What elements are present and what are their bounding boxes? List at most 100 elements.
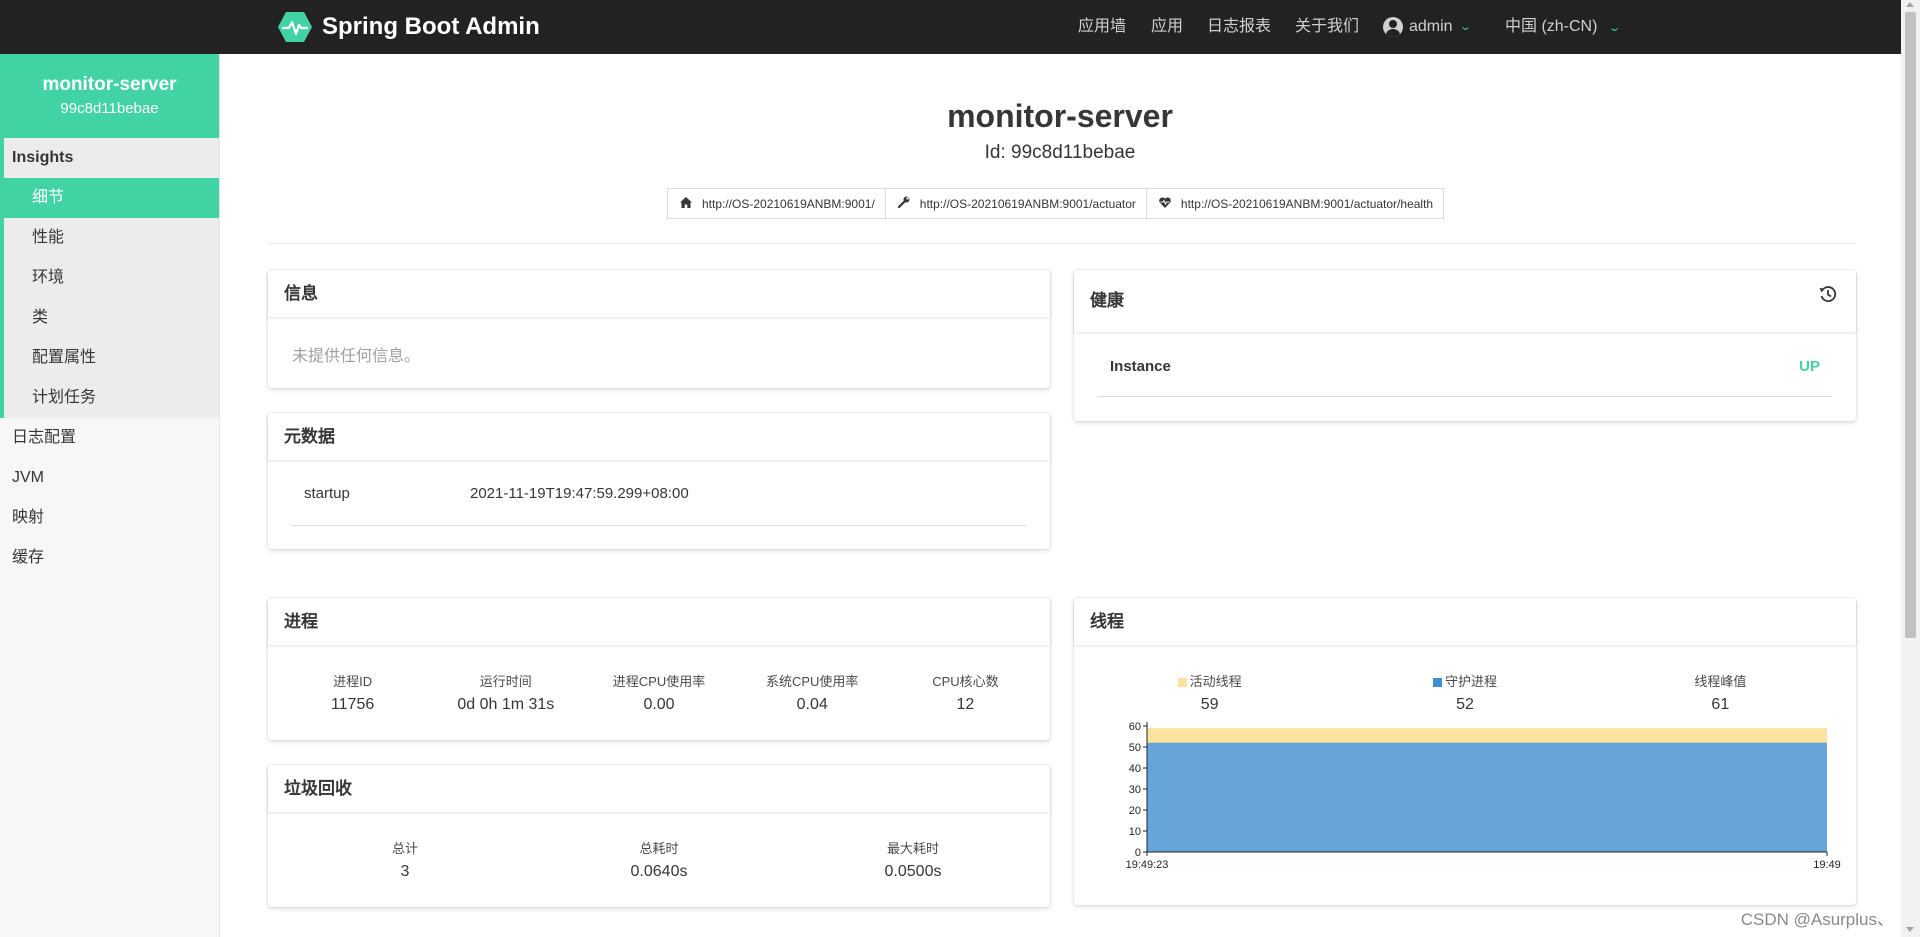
metadata-card: 元数据 startup 2021-11-19T19:47:59.299+08:0… (268, 413, 1050, 549)
stat-label: 最大耗时 (886, 841, 939, 856)
y-tick-label: 60 (1129, 721, 1141, 733)
stat-label: 总耗时 (639, 841, 679, 856)
top-navbar: Spring Boot Admin 应用墙 应用 日志报表 关于我们 admin… (0, 0, 1901, 54)
stat-live-threads: 活动线程 59 (1082, 671, 1337, 714)
stat-label: 守护进程 (1337, 671, 1592, 690)
history-icon[interactable] (1818, 284, 1838, 304)
sidebar-app-name: monitor-server (42, 74, 177, 95)
sidebar-item-metrics[interactable]: 性能 (4, 218, 219, 258)
stat-label-text: 活动线程 (1189, 674, 1242, 689)
user-name: admin (1409, 18, 1453, 35)
y-tick-label: 10 (1129, 826, 1141, 838)
stat-value: 61 (1711, 696, 1730, 713)
scrollbar-thumb[interactable] (1905, 12, 1916, 638)
nav-link-about[interactable]: 关于我们 (1295, 0, 1359, 54)
nav-link-log-reports[interactable]: 日志报表 (1207, 0, 1271, 54)
health-card-title-text: 健康 (1090, 291, 1124, 310)
sidebar-group-insights: Insights 细节 性能 环境 类 配置属性 计划任务 (0, 138, 219, 418)
stat-value: 12 (956, 696, 975, 713)
threads-card-title: 线程 (1074, 598, 1856, 645)
sidebar-item-scheduled-tasks[interactable]: 计划任务 (4, 378, 219, 418)
sidebar-item-details[interactable]: 细节 (4, 178, 219, 218)
stat-label: 进程CPU使用率 (612, 674, 706, 689)
sidebar-item-jvm[interactable]: JVM (0, 458, 219, 498)
info-empty-text: 未提供任何信息。 (292, 348, 421, 365)
stat-label: 总计 (391, 841, 418, 856)
scroll-up-arrow-icon[interactable] (1906, 2, 1914, 7)
endpoint-health-link[interactable]: http://OS-20210619ANBM:9001/actuator/hea… (1145, 188, 1445, 219)
wrench-icon (897, 196, 910, 211)
page-title: monitor-server (947, 98, 1173, 134)
sidebar-item-environment[interactable]: 环境 (4, 258, 219, 298)
stat-value: 0.00 (643, 696, 675, 713)
stat-gc-max-time: 最大耗时 0.0500s (786, 838, 1040, 881)
gc-card-title: 垃圾回收 (268, 765, 1050, 812)
endpoint-url: http://OS-20210619ANBM:9001/actuator (919, 196, 1136, 211)
nav-link-app-wall[interactable]: 应用墙 (1078, 0, 1126, 54)
health-row: Instance UP (1098, 354, 1832, 397)
process-card: 进程 进程ID 11756 运行时间 0d 0h 1m 31s 进程CPU使用率 0.… (268, 598, 1050, 740)
stat-uptime: 运行时间 0d 0h 1m 31s (429, 671, 582, 714)
process-stats: 进程ID 11756 运行时间 0d 0h 1m 31s 进程CPU使用率 0.00 … (268, 671, 1050, 714)
sidebar-item-mappings[interactable]: 映射 (0, 498, 219, 538)
stat-value: 3 (400, 863, 410, 880)
legend-swatch-daemon (1432, 678, 1442, 688)
sidebar: monitor-server 99c8d11bebae Insights 细节 … (0, 54, 220, 937)
metadata-key: startup (304, 485, 350, 502)
health-card-title: 健康 (1074, 270, 1856, 332)
y-tick-label: 40 (1129, 763, 1141, 775)
thread-stats: 活动线程 59 守护进程 52 线程峰值 61 (1074, 671, 1856, 714)
legend-swatch-live (1177, 678, 1187, 688)
sidebar-app-id: 99c8d11bebae (60, 100, 159, 117)
info-card: 信息 未提供任何信息。 (268, 270, 1050, 388)
stat-value: 0.0500s (884, 863, 942, 880)
user-avatar-icon (1383, 17, 1403, 37)
y-tick-label: 50 (1129, 742, 1141, 754)
stat-label: CPU核心数 (932, 674, 999, 689)
endpoint-actuator-link[interactable]: http://OS-20210619ANBM:9001/actuator (884, 188, 1147, 219)
stat-value: 0.0640s (630, 863, 688, 880)
health-component-name: Instance (1110, 358, 1171, 375)
user-menu[interactable]: admin ⌄ (1383, 0, 1472, 54)
watermark: CSDN @Asurplus、 (1740, 910, 1894, 929)
language-menu[interactable]: 中国 (zh-CN) ⌄ (1505, 0, 1621, 54)
brand[interactable]: Spring Boot Admin (278, 11, 540, 43)
process-card-title: 进程 (268, 598, 1050, 645)
chevron-down-icon: ⌄ (1608, 22, 1621, 34)
sidebar-item-caches[interactable]: 缓存 (0, 538, 219, 578)
sidebar-item-insights[interactable]: Insights (4, 138, 219, 178)
scroll-down-arrow-icon[interactable] (1906, 927, 1914, 932)
area-daemon-threads (1147, 742, 1827, 852)
x-tick-label: 19:49 (1813, 859, 1841, 871)
stat-label: 运行时间 (479, 674, 532, 689)
gc-stats: 总计 3 总耗时 0.0640s 最大耗时 0.0500s (268, 838, 1050, 881)
instance-id: Id: 99c8d11bebae (984, 142, 1136, 163)
info-card-title: 信息 (268, 270, 1050, 317)
language-label: 中国 (zh-CN) (1505, 18, 1598, 35)
pulse-logo-icon (278, 12, 312, 42)
endpoint-url: http://OS-20210619ANBM:9001/actuator/hea… (1180, 196, 1434, 211)
metadata-value: 2021-11-19T19:47:59.299+08:00 (470, 485, 689, 502)
header-divider (268, 243, 1856, 244)
nav-link-applications[interactable]: 应用 (1151, 0, 1183, 54)
stat-gc-total-time: 总耗时 0.0640s (532, 838, 786, 881)
x-tick-label: 19:49:23 (1126, 859, 1169, 871)
sidebar-item-loggers[interactable]: 日志配置 (0, 418, 219, 458)
stat-label: 活动线程 (1082, 671, 1337, 690)
chevron-down-icon: ⌄ (1458, 21, 1472, 33)
health-card: 健康 Instance UP (1074, 270, 1856, 421)
gc-card: 垃圾回收 总计 3 总耗时 0.0640s 最大耗时 0.0500s (268, 765, 1050, 907)
stat-peak-threads: 线程峰值 61 (1593, 671, 1848, 714)
metadata-row: startup 2021-11-19T19:47:59.299+08:00 (292, 483, 1026, 526)
y-tick-label: 20 (1129, 805, 1141, 817)
sidebar-item-config-props[interactable]: 配置属性 (4, 338, 219, 378)
home-icon (680, 196, 692, 211)
endpoint-url: http://OS-20210619ANBM:9001/ (702, 196, 875, 211)
stat-value: 52 (1456, 696, 1474, 713)
endpoint-links: http://OS-20210619ANBM:9001/ http://OS-2… (667, 188, 1445, 219)
sidebar-item-classes[interactable]: 类 (4, 298, 219, 338)
endpoint-home-link[interactable]: http://OS-20210619ANBM:9001/ (667, 188, 886, 219)
sidebar-app-header: monitor-server 99c8d11bebae (0, 54, 219, 138)
stat-process-cpu: 进程CPU使用率 0.00 (582, 671, 735, 714)
y-tick-label: 30 (1129, 784, 1141, 796)
